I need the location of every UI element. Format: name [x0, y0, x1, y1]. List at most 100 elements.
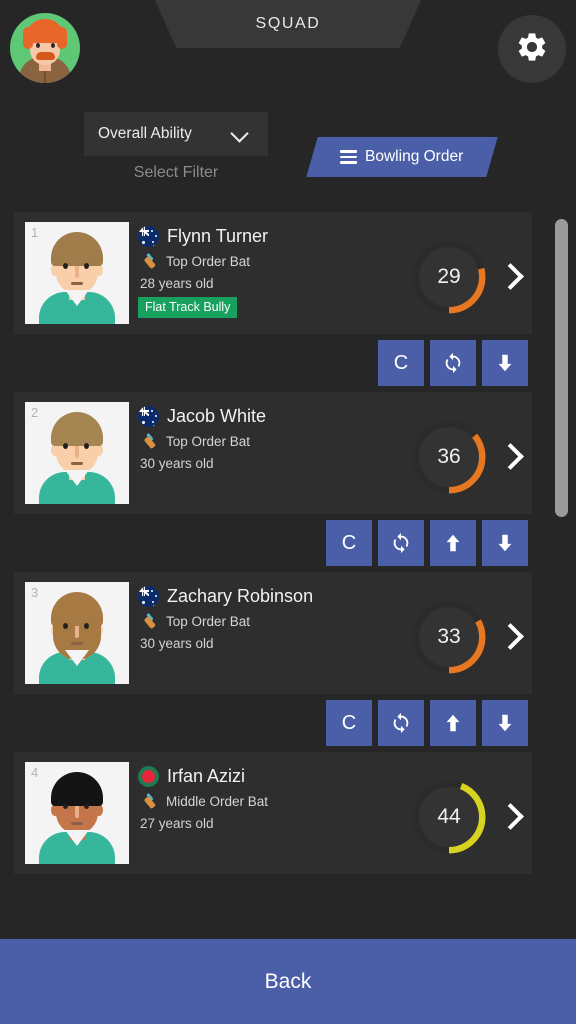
flag-australia-icon	[138, 226, 159, 247]
flag-bangladesh-icon	[138, 766, 159, 787]
player-brow-right	[82, 797, 91, 800]
move-down-button[interactable]	[482, 700, 528, 746]
player-brow-left	[61, 797, 70, 800]
arrow-up-icon	[446, 714, 460, 732]
player-info: Zachary Robinson Top Order Bat 30 years ol…	[129, 582, 412, 657]
flag-australia-icon	[138, 586, 159, 607]
player-role-row: Top Order Bat	[138, 612, 412, 631]
set-captain-button[interactable]: C	[378, 340, 424, 386]
player-detail-chevron-icon[interactable]	[494, 420, 528, 494]
player-name: Jacob White	[167, 406, 267, 426]
player-card[interactable]: 3 Zachary Robinson Top Order Bat 30 years o…	[14, 572, 532, 694]
scrollbar-thumb[interactable]	[555, 219, 568, 517]
player-hair	[51, 412, 103, 446]
player-eye-left	[63, 623, 68, 629]
swap-player-button[interactable]	[378, 700, 424, 746]
player-info: Jacob White Top Order Bat 30 years old	[129, 402, 412, 477]
player-photo: 3	[25, 582, 129, 684]
player-rating-disc: 33	[419, 607, 479, 667]
tab-squad[interactable]: SQUAD	[155, 0, 421, 48]
player-card[interactable]: 4 Irfan Azizi Middle Order Bat 27 years old…	[14, 752, 532, 874]
settings-button[interactable]	[498, 15, 566, 83]
gear-icon	[515, 30, 549, 69]
move-up-button[interactable]	[430, 520, 476, 566]
arrow-up-icon	[446, 534, 460, 552]
player-rating-value: 29	[437, 265, 461, 288]
flag-australia-icon	[138, 406, 159, 427]
player-detail-chevron-icon[interactable]	[494, 600, 528, 674]
player-rank: 4	[31, 765, 39, 780]
bowling-order-button[interactable]: Bowling Order	[306, 137, 498, 177]
player-info: Flynn Turner Top Order Bat 28 years old Fla…	[129, 222, 412, 318]
player-card[interactable]: 1 Flynn Turner Top Order Bat 28 years old Fl…	[14, 212, 532, 334]
swap-player-button[interactable]	[378, 520, 424, 566]
player-eye-left	[63, 803, 68, 809]
player-photo: 4	[25, 762, 129, 864]
player-name-row: Irfan Azizi	[138, 766, 412, 787]
cricket-bat-icon	[140, 792, 159, 811]
player-hair	[51, 772, 103, 806]
player-age: 30 years old	[140, 456, 214, 471]
player-photo: 2	[25, 402, 129, 504]
avatar-hair-left	[23, 27, 33, 49]
player-rank: 3	[31, 585, 39, 600]
captain-letter: C	[341, 532, 357, 554]
player-rating: 36	[412, 420, 486, 494]
player-rating: 29	[412, 240, 486, 314]
player-trait-badge: Flat Track Bully	[138, 297, 238, 318]
filter-row: Overall Ability Select Filter Bowling Or…	[0, 112, 576, 200]
cricket-bat-icon	[140, 432, 159, 451]
player-rank: 1	[31, 225, 39, 240]
player-action-row: C	[14, 334, 546, 392]
player-eye-left	[63, 263, 68, 269]
cricket-bat-icon	[140, 252, 159, 271]
player-photo: 1	[25, 222, 129, 324]
player-name: Zachary Robinson	[167, 586, 314, 606]
player-rating-disc: 44	[419, 787, 479, 847]
move-down-button[interactable]	[482, 520, 528, 566]
player-eye-right	[84, 443, 89, 449]
player-nose	[75, 806, 79, 818]
player-rating: 44	[412, 780, 486, 854]
player-brow-left	[61, 437, 70, 440]
player-action-row: C	[14, 514, 546, 572]
player-role-row: Top Order Bat	[138, 432, 412, 451]
player-role-row: Top Order Bat	[138, 252, 412, 271]
player-age: 28 years old	[140, 276, 214, 291]
player-rating-value: 44	[437, 805, 461, 828]
avatar[interactable]	[10, 13, 80, 83]
select-filter-caption: Select Filter	[133, 164, 219, 181]
list-scrollbar[interactable]	[555, 212, 568, 937]
chevron-down-icon	[232, 126, 248, 142]
player-eye-right	[84, 623, 89, 629]
swap-player-button[interactable]	[430, 340, 476, 386]
swap-icon	[393, 712, 409, 734]
player-rating-value: 36	[437, 445, 461, 468]
player-card[interactable]: 2 Jacob White Top Order Bat 30 years old 36	[14, 392, 532, 514]
player-role: Top Order Bat	[166, 254, 251, 269]
player-rating: 33	[412, 600, 486, 674]
player-hair	[51, 232, 103, 266]
move-down-button[interactable]	[482, 340, 528, 386]
back-button-label: Back	[264, 969, 312, 993]
arrow-down-icon	[498, 714, 512, 732]
player-brow-right	[82, 617, 91, 620]
player-action-row: C	[14, 694, 546, 752]
set-captain-button[interactable]: C	[326, 520, 372, 566]
hamburger-icon	[340, 147, 358, 167]
back-button[interactable]: Back	[0, 939, 576, 1024]
arrow-down-icon	[498, 534, 512, 552]
player-name: Flynn Turner	[167, 226, 269, 246]
page-title: SQUAD	[255, 15, 321, 32]
player-name: Irfan Azizi	[167, 766, 246, 786]
player-hair	[51, 592, 103, 626]
player-detail-chevron-icon[interactable]	[494, 240, 528, 314]
player-detail-chevron-icon[interactable]	[494, 780, 528, 854]
player-list[interactable]: 1 Flynn Turner Top Order Bat 28 years old Fl…	[14, 212, 546, 937]
player-mouth	[71, 282, 83, 285]
player-name-row: Zachary Robinson	[138, 586, 412, 607]
move-up-button[interactable]	[430, 700, 476, 746]
avatar-eye-left	[36, 43, 40, 48]
filter-dropdown[interactable]: Overall Ability	[84, 112, 268, 156]
set-captain-button[interactable]: C	[326, 700, 372, 746]
